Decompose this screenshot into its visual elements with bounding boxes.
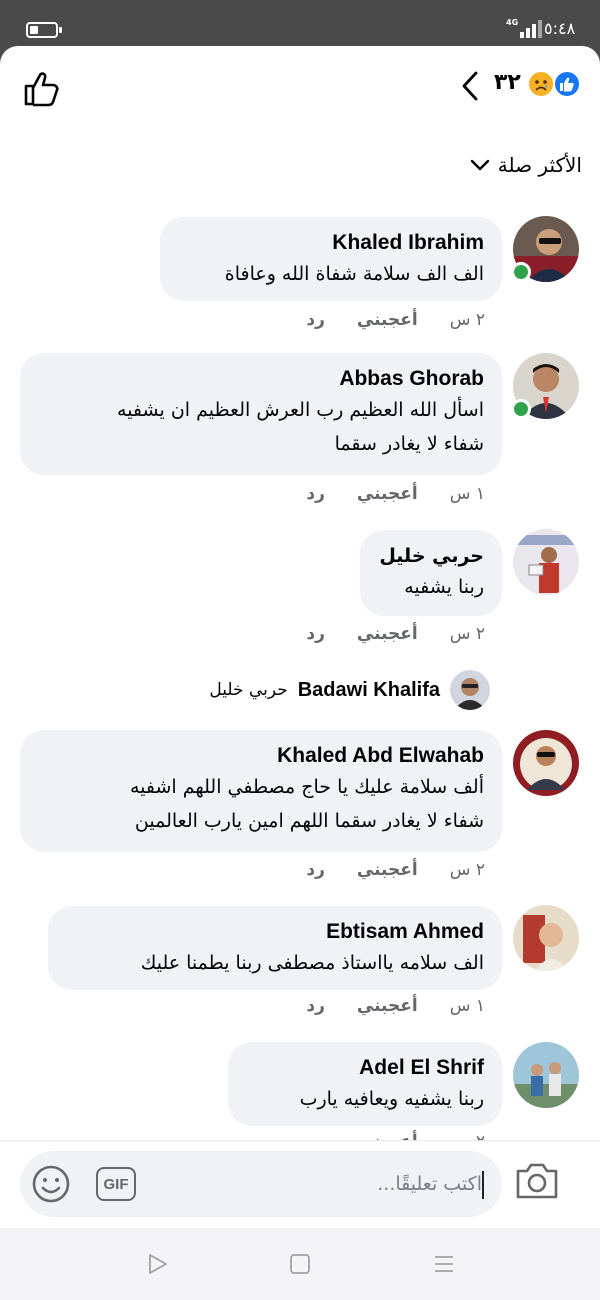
reply-preview[interactable]: Badawi Khalifa حربي خليل	[170, 670, 490, 710]
comment-bubble[interactable]: Abbas Ghorab اسأل الله العظيم رب العرش ا…	[20, 353, 502, 475]
reply-button[interactable]: رد	[306, 624, 325, 644]
like-icon	[553, 70, 581, 98]
comment-input[interactable]	[190, 1163, 482, 1205]
comment-text: شفاء لا يغادر سقما اللهم امين يارب العال…	[134, 810, 484, 832]
comment-bubble[interactable]: Adel El Shrif ربنا يشفيه ويعافيه يارب	[228, 1042, 502, 1126]
comment-time: ٢ س	[449, 860, 485, 880]
like-comment-button[interactable]: أعجبني	[357, 860, 418, 880]
text-cursor	[482, 1171, 484, 1199]
comment-actions: ٢ س أعجبني رد	[290, 624, 485, 644]
reaction-count[interactable]: ٣٢	[494, 70, 521, 95]
status-bar: 4G ٥:٤٨	[0, 0, 600, 50]
camera-button[interactable]	[514, 1159, 560, 1201]
comment-time: ٢ س	[449, 624, 485, 644]
thumbs-up-outline-icon	[24, 72, 59, 107]
comment-text: الف الف سلامة شفاة الله وعافاة	[224, 263, 484, 285]
comment-author[interactable]: Adel El Shrif	[246, 1054, 484, 1082]
system-navigation-bar	[0, 1228, 600, 1300]
avatar[interactable]	[513, 905, 579, 971]
signal-icon: 4G	[506, 18, 542, 38]
reply-button[interactable]: رد	[306, 996, 325, 1016]
smiley-icon	[32, 1165, 70, 1203]
comment-bubble[interactable]: Khaled Abd Elwahab ألف سلامة عليك يا حاج…	[20, 730, 502, 852]
reply-text: حربي خليل	[209, 680, 288, 700]
reply-author: Badawi Khalifa	[297, 678, 440, 701]
comment-bubble[interactable]: Khaled Ibrahim الف الف سلامة شفاة الله و…	[160, 217, 502, 301]
comment-time: ٢ س	[449, 310, 485, 330]
comment-text: شفاء لا يغادر سقما	[334, 433, 484, 455]
comment-text: ربنا يشفيه ويعافيه يارب	[299, 1088, 484, 1110]
comment-author[interactable]: حربي خليل	[378, 542, 484, 570]
camera-icon	[516, 1163, 558, 1199]
online-status-dot	[511, 262, 531, 282]
comment-time: ١ س	[449, 996, 485, 1016]
comment-actions: ١ س أعجبني رد	[290, 996, 485, 1016]
comment-bubble[interactable]: Ebtisam Ahmed الف سلامه يااستاذ مصطفى رب…	[48, 906, 502, 990]
back-triangle-icon[interactable]	[146, 1252, 170, 1276]
chevron-down-icon	[470, 159, 489, 171]
avatar[interactable]	[513, 529, 579, 595]
sort-label: الأكثر صلة	[497, 153, 582, 177]
avatar[interactable]	[513, 1042, 579, 1108]
reply-button[interactable]: رد	[306, 484, 325, 504]
comment-actions: ٢ س أعجبني رد	[290, 860, 485, 880]
like-comment-button[interactable]: أعجبني	[357, 996, 418, 1016]
avatar[interactable]	[513, 730, 579, 796]
home-square-icon[interactable]	[288, 1252, 312, 1276]
gif-button[interactable]: GIF	[96, 1167, 136, 1201]
comment-author[interactable]: Ebtisam Ahmed	[66, 918, 484, 946]
battery-icon	[26, 22, 62, 38]
chevron-left-icon	[462, 71, 478, 101]
comment-bubble[interactable]: حربي خليل ربنا يشفيه	[360, 530, 502, 616]
status-time: ٥:٤٨	[544, 19, 576, 38]
like-post-button[interactable]	[22, 68, 62, 108]
comment-text: اسأل الله العظيم رب العرش العظيم ان يشفي…	[117, 399, 484, 421]
reply-button[interactable]: رد	[306, 310, 325, 330]
top-bar: ٣٢	[0, 46, 600, 126]
menu-lines-icon[interactable]	[432, 1252, 456, 1276]
comment-text: الف سلامه يااستاذ مصطفى ربنا يطمنا عليك	[140, 952, 484, 974]
comment-actions: ٢ س أعجبني رد	[290, 310, 485, 330]
comments-sheet: ٣٢ الأكثر صلة Khaled Ibrahim الف الف سلا…	[0, 46, 600, 1228]
comment-author[interactable]: Abbas Ghorab	[38, 365, 484, 393]
comment-text: ألف سلامة عليك يا حاج مصطفي اللهم اشفيه	[129, 776, 484, 798]
back-button[interactable]	[456, 68, 486, 104]
comment-actions: ١ س أعجبني رد	[290, 484, 485, 504]
sad-icon	[527, 70, 555, 98]
like-comment-button[interactable]: أعجبني	[357, 624, 418, 644]
reaction-summary[interactable]	[527, 70, 583, 100]
sort-dropdown[interactable]: الأكثر صلة	[452, 150, 582, 180]
emoji-button[interactable]	[30, 1163, 72, 1205]
like-comment-button[interactable]: أعجبني	[357, 310, 418, 330]
like-comment-button[interactable]: أعجبني	[357, 484, 418, 504]
comment-input-container: GIF	[20, 1151, 502, 1217]
comment-time: ١ س	[449, 484, 485, 504]
avatar	[450, 670, 490, 710]
comment-text: ربنا يشفيه	[404, 576, 484, 598]
network-type: 4G	[506, 18, 519, 27]
online-status-dot	[511, 399, 531, 419]
reply-button[interactable]: رد	[306, 860, 325, 880]
comment-author[interactable]: Khaled Ibrahim	[178, 229, 484, 257]
comment-composer: GIF	[0, 1140, 600, 1228]
comment-author[interactable]: Khaled Abd Elwahab	[38, 742, 484, 770]
